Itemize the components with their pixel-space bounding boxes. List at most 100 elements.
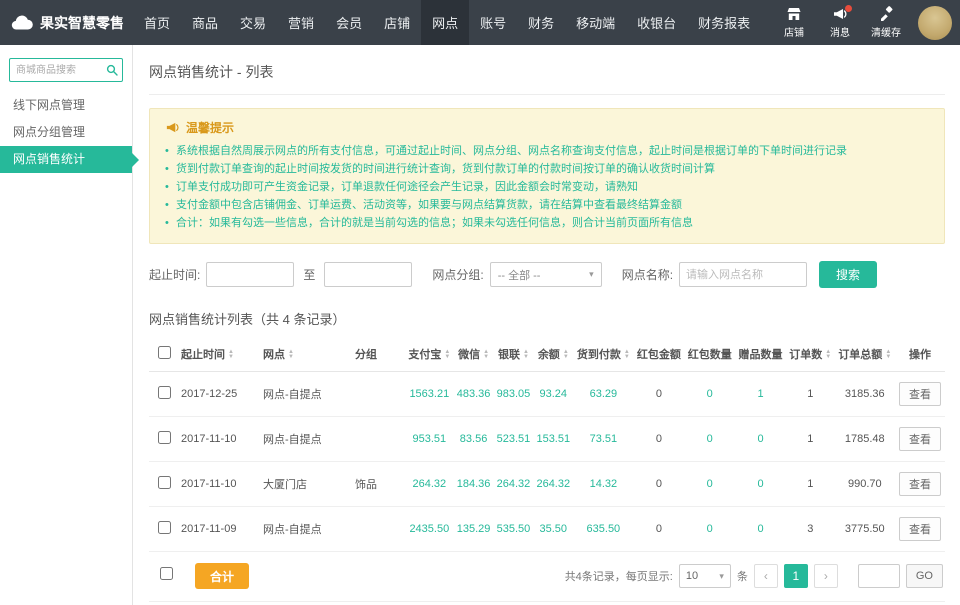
records-summary: 共4条记录，每页显示: xyxy=(565,568,673,584)
nav-item-mobile[interactable]: 移动端 xyxy=(565,0,626,45)
view-button[interactable]: 查看 xyxy=(899,472,941,496)
row-checkbox[interactable] xyxy=(158,386,171,399)
sort-icon[interactable]: ▲▼ xyxy=(885,350,891,360)
cell-balance: 35.50 xyxy=(533,507,573,552)
horn-icon xyxy=(165,120,180,135)
sidebar-item-offline-outlet-management[interactable]: 线下网点管理 xyxy=(0,92,132,119)
sidebar-menu: 线下网点管理 网点分组管理 网点销售统计 xyxy=(0,92,132,173)
cell-alipay: 264.32 xyxy=(405,462,454,507)
nav-item-goods[interactable]: 商品 xyxy=(181,0,229,45)
cell-date: 2017-11-10 xyxy=(179,462,261,507)
cell-order-total: 3775.50 xyxy=(835,507,895,552)
per-page-select[interactable]: 10 ▾ xyxy=(679,564,731,588)
cell-unionpay: 523.51 xyxy=(494,417,534,462)
search-button[interactable]: 搜索 xyxy=(819,261,877,288)
cell-unionpay: 983.05 xyxy=(494,372,534,417)
col-header-alipay: 支付宝 xyxy=(408,349,441,361)
nav-item-trade[interactable]: 交易 xyxy=(229,0,277,45)
shop-tool-button[interactable]: 店铺 xyxy=(771,0,817,45)
per-page-unit: 条 xyxy=(737,568,748,584)
search-icon[interactable] xyxy=(106,64,118,76)
cell-gift-count: 1 xyxy=(735,372,786,417)
end-date-input[interactable] xyxy=(324,262,412,287)
go-button[interactable]: GO xyxy=(906,564,943,588)
row-checkbox[interactable] xyxy=(158,521,171,534)
per-page-value: 10 xyxy=(686,570,698,582)
outlet-group-label: 网点分组: xyxy=(432,266,483,283)
clean-icon xyxy=(878,6,894,22)
cell-redpacket-amount: 0 xyxy=(634,507,685,552)
nav-item-cashier[interactable]: 收银台 xyxy=(626,0,687,45)
start-date-input[interactable] xyxy=(206,262,294,287)
outlet-group-select[interactable]: -- 全部 -- ▾ xyxy=(490,262,602,287)
view-button[interactable]: 查看 xyxy=(899,427,941,451)
notice-heading: 温馨提示 xyxy=(186,119,234,136)
nav-item-member[interactable]: 会员 xyxy=(325,0,373,45)
cell-group xyxy=(353,417,405,462)
sidebar-item-outlet-sales-stats[interactable]: 网点销售统计 xyxy=(0,146,132,173)
notice-line: 货到付款订单查询的起止时间按发货的时间进行统计查询，货到付款订单的付款时间按订单… xyxy=(165,160,929,178)
sort-icon[interactable]: ▲▼ xyxy=(563,350,569,360)
nav-item-account[interactable]: 账号 xyxy=(469,0,517,45)
cell-outlet: 大厦门店 xyxy=(261,462,353,507)
cell-redpacket-amount: 0 xyxy=(634,462,685,507)
nav-item-shop[interactable]: 店铺 xyxy=(373,0,421,45)
messages-tool-label: 消息 xyxy=(830,24,850,39)
nav-item-outlet[interactable]: 网点 xyxy=(421,0,469,45)
sidebar-item-outlet-group-management[interactable]: 网点分组管理 xyxy=(0,119,132,146)
col-header-actions: 操作 xyxy=(909,349,931,361)
total-button[interactable]: 合计 xyxy=(195,563,249,589)
app-logo[interactable]: 果实智慧零售 xyxy=(0,0,133,45)
chevron-down-icon: ▾ xyxy=(719,571,724,582)
cell-unionpay: 535.50 xyxy=(494,507,534,552)
notice-list: 系统根据自然周展示网点的所有支付信息，可通过起止时间、网点分组、网点名称查询支付… xyxy=(165,142,929,232)
nav-item-marketing[interactable]: 营销 xyxy=(277,0,325,45)
sort-icon[interactable]: ▲▼ xyxy=(444,350,450,360)
cell-order-total: 3185.36 xyxy=(835,372,895,417)
cell-gift-count: 0 xyxy=(735,417,786,462)
cell-unionpay: 264.32 xyxy=(494,462,534,507)
sort-icon[interactable]: ▲▼ xyxy=(228,350,234,360)
user-avatar[interactable] xyxy=(918,6,952,40)
row-checkbox[interactable] xyxy=(158,476,171,489)
filter-bar: 起止时间: 至 网点分组: -- 全部 -- ▾ 网点名称: 搜索 xyxy=(149,261,945,288)
sort-icon[interactable]: ▲▼ xyxy=(288,350,294,360)
outlet-name-label: 网点名称: xyxy=(622,266,673,283)
cell-redpacket-count: 0 xyxy=(684,462,735,507)
sort-icon[interactable]: ▲▼ xyxy=(523,350,529,360)
outlet-name-input[interactable] xyxy=(679,262,807,287)
col-header-cod: 货到付款 xyxy=(577,349,621,361)
messages-tool-button[interactable]: 消息 xyxy=(817,0,863,45)
table-row: 2017-12-25 网点-自提点 1563.21 483.36 983.05 … xyxy=(149,372,945,417)
col-header-unionpay: 银联 xyxy=(498,349,520,361)
sort-icon[interactable]: ▲▼ xyxy=(825,350,831,360)
next-page-button[interactable]: › xyxy=(814,564,838,588)
view-button[interactable]: 查看 xyxy=(899,382,941,406)
col-header-wechat: 微信 xyxy=(458,349,480,361)
table-row: 2017-11-10 网点-自提点 953.51 83.56 523.51 15… xyxy=(149,417,945,462)
select-all-checkbox[interactable] xyxy=(158,346,171,359)
cell-outlet: 网点-自提点 xyxy=(261,507,353,552)
nav-item-finance[interactable]: 财务 xyxy=(517,0,565,45)
nav-item-home[interactable]: 首页 xyxy=(133,0,181,45)
page-button-1[interactable]: 1 xyxy=(784,564,808,588)
clear-cache-tool-button[interactable]: 清缓存 xyxy=(863,0,909,45)
row-checkbox[interactable] xyxy=(158,431,171,444)
nav-item-finance-report[interactable]: 财务报表 xyxy=(687,0,761,45)
cell-redpacket-count: 0 xyxy=(684,417,735,462)
cell-group xyxy=(353,372,405,417)
footer-select-checkbox[interactable] xyxy=(160,567,173,580)
cell-wechat: 135.29 xyxy=(454,507,494,552)
shop-icon xyxy=(786,6,802,22)
goto-page-input[interactable] xyxy=(858,564,900,588)
table-header-row: 起止时间▲▼ 网点▲▼ 分组 支付宝▲▼ 微信▲▼ 银联▲▼ 余额▲▼ 货到付款… xyxy=(149,337,945,372)
cell-balance: 153.51 xyxy=(533,417,573,462)
cloud-logo-icon xyxy=(10,15,34,30)
cell-order-count: 3 xyxy=(786,507,835,552)
prev-page-button[interactable]: ‹ xyxy=(754,564,778,588)
cell-wechat: 83.56 xyxy=(454,417,494,462)
view-button[interactable]: 查看 xyxy=(899,517,941,541)
sales-stats-table: 起止时间▲▼ 网点▲▼ 分组 支付宝▲▼ 微信▲▼ 银联▲▼ 余额▲▼ 货到付款… xyxy=(149,337,945,552)
sort-icon[interactable]: ▲▼ xyxy=(624,350,630,360)
sort-icon[interactable]: ▲▼ xyxy=(483,350,489,360)
